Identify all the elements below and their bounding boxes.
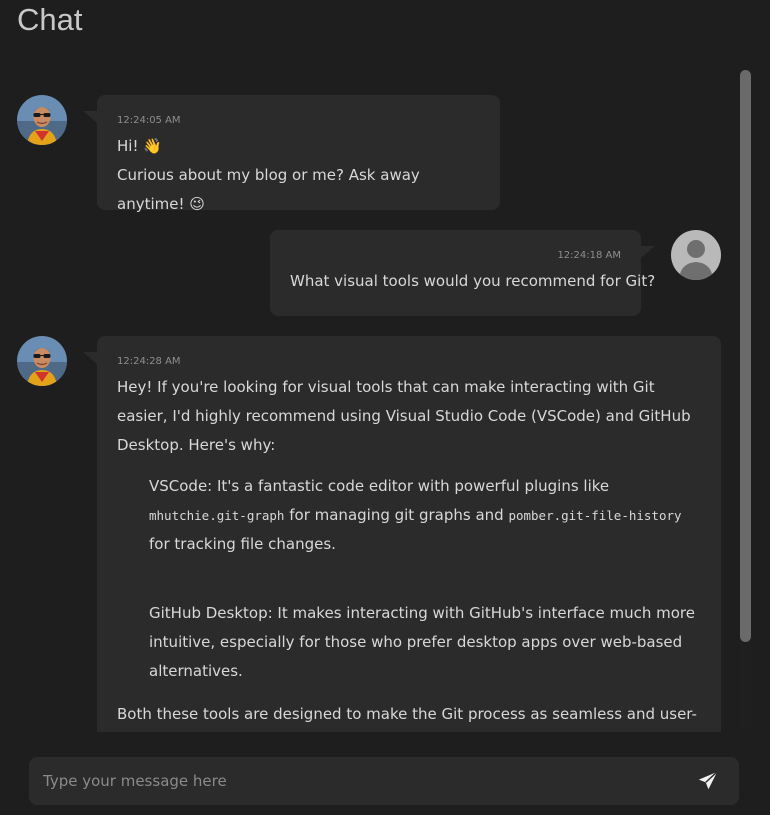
message-timestamp: 12:24:05 AM [117,115,181,126]
list-item-text: VSCode: It's a fantastic code editor wit… [149,477,610,495]
inline-code: pomber.git-file-history [508,508,682,523]
assistant-avatar [17,95,67,145]
list-item-github-desktop: GitHub Desktop: It makes interacting wit… [149,604,695,680]
message-timestamp: 12:24:18 AM [557,250,621,261]
default-user-avatar [671,230,721,280]
message-line: Curious about my blog or me? Ask away an… [117,166,420,213]
page-title: Chat [17,2,83,37]
assistant-avatar [17,336,67,386]
list-item-vscode: VSCode: It's a fantastic code editor wit… [117,472,701,559]
message-line: Hi! 👋 [117,137,162,155]
send-icon [698,771,718,790]
list-item-text: for tracking file changes. [149,535,336,553]
message-paragraph: Both these tools are designed to make th… [117,705,697,723]
message-timestamp: 12:24:28 AM [117,356,181,367]
scrollbar-thumb[interactable] [740,70,751,642]
chat-message-list[interactable]: 12:24:05 AM Hi! 👋 Curious about my blog … [0,64,770,732]
message-input[interactable] [43,757,683,805]
list-item-text: for managing git graphs and [284,506,509,524]
message-paragraph: Hey! If you're looking for visual tools … [117,378,691,454]
assistant-message-bubble: 12:24:28 AM Hey! If you're looking for v… [83,336,721,732]
send-button[interactable] [697,770,719,792]
message-text: What visual tools would you recommend fo… [290,272,656,290]
user-message-bubble: 12:24:18 AM What visual tools would you … [270,230,656,316]
message-composer [29,757,739,805]
chat-scrollbar[interactable] [740,70,751,732]
assistant-message-bubble: 12:24:05 AM Hi! 👋 Curious about my blog … [83,95,500,213]
inline-code: mhutchie.git-graph [149,508,285,523]
